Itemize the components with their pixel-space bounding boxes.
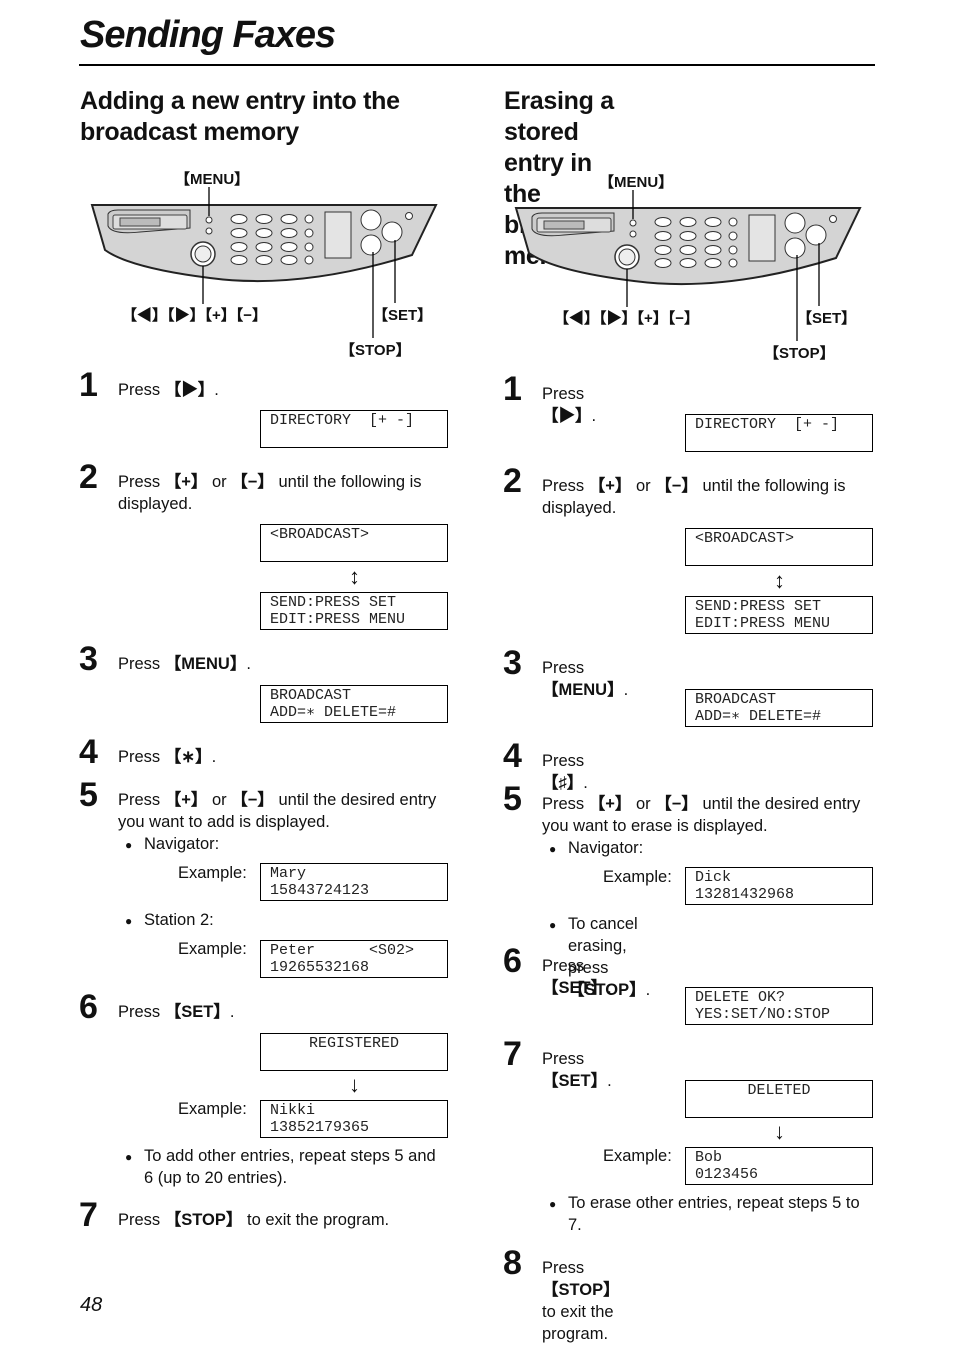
- page-number: 48: [80, 1294, 103, 1316]
- step-number: 8: [503, 1244, 522, 1282]
- step-1-text: Press 【▶】.: [542, 385, 597, 425]
- step-5-text: Press 【+】 or 【−】 until the desired entry…: [542, 795, 861, 835]
- step-7-text: Press 【SET】.: [542, 1050, 612, 1090]
- hash-key: 【♯】: [542, 774, 584, 792]
- set-key: 【SET】: [542, 979, 608, 997]
- minus-key: 【−】: [655, 477, 698, 495]
- step-8-text: Press 【STOP】 to exit the program.: [542, 1259, 620, 1343]
- stop-key-label: 【STOP】: [764, 345, 835, 362]
- step-6-text: Press 【SET】.: [542, 957, 612, 997]
- example-label: Example:: [603, 1147, 672, 1165]
- step-number: 6: [503, 942, 522, 980]
- bullet-item: To erase other entries, repeat steps 5 t…: [549, 1192, 888, 1236]
- lcd-display: Bob 0123456: [685, 1147, 873, 1185]
- set-key-label: 【SET】: [797, 310, 857, 327]
- menu-key: 【MENU】: [542, 681, 624, 699]
- right-column: Erasing a stored entry in the broadcast …: [0, 0, 873, 1348]
- minus-key: 【−】: [655, 795, 698, 813]
- step-4-text: Press 【♯】.: [542, 752, 588, 792]
- step-number: 4: [503, 737, 522, 775]
- step-number: 5: [503, 780, 522, 818]
- lcd-display: DELETED: [685, 1080, 873, 1118]
- navigator-keys-label: 【◀】【▶】【+】【−】: [554, 310, 700, 327]
- lcd-display: BROADCAST ADD=∗ DELETE=#: [685, 689, 873, 727]
- menu-key-label: 【MENU】: [599, 174, 674, 191]
- step-3-text: Press 【MENU】.: [542, 659, 629, 699]
- lcd-display: Dick 13281432968: [685, 867, 873, 905]
- plus-key: 【+】: [588, 795, 632, 813]
- lcd-display: DELETE OK? YES:SET/NO:STOP: [685, 987, 873, 1025]
- plus-key: 【+】: [588, 477, 632, 495]
- lcd-display: <BROADCAST>: [685, 528, 873, 566]
- example-label: Example:: [603, 868, 672, 886]
- step-number: 7: [503, 1035, 522, 1073]
- set-key: 【SET】: [542, 1072, 608, 1090]
- step-number: 3: [503, 644, 522, 682]
- lcd-display: DIRECTORY [+ -]: [685, 414, 873, 452]
- lcd-display: SEND:PRESS SET EDIT:PRESS MENU: [685, 596, 873, 634]
- step-number: 2: [503, 462, 522, 500]
- right-arrow-key: 【▶】: [542, 407, 592, 425]
- bullet-item: Navigator:: [549, 837, 643, 860]
- up-down-arrow-icon: ↕: [774, 568, 785, 593]
- down-arrow-icon: ↓: [774, 1119, 785, 1144]
- stop-key: 【STOP】: [542, 1281, 620, 1299]
- step-2-text: Press 【+】 or 【−】 until the following is d…: [542, 477, 846, 517]
- step-number: 1: [503, 370, 522, 408]
